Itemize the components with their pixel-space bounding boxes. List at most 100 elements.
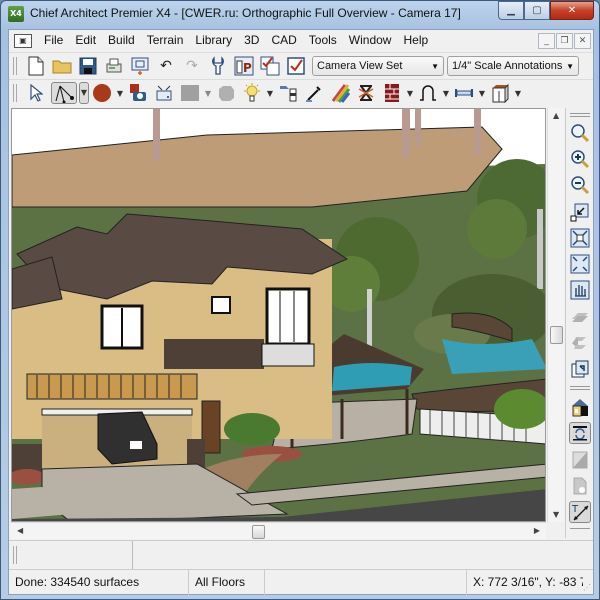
menu-library[interactable]: Library [189, 30, 238, 51]
pan-hand-icon[interactable] [569, 279, 591, 301]
toolbar-grip[interactable] [570, 113, 590, 117]
light-bulb-icon[interactable] [241, 82, 263, 104]
gray-shape-icon[interactable] [215, 82, 237, 104]
window [265, 287, 311, 346]
rainbow-material-icon[interactable] [329, 82, 351, 104]
save-camera-icon[interactable] [127, 82, 149, 104]
chevron-down-icon[interactable]: ▼ [405, 89, 415, 98]
toolbar-separator [570, 528, 590, 530]
menu-window[interactable]: Window [343, 30, 398, 51]
status-bar: Done: 334540 surfaces All Floors X: 772 … [9, 569, 593, 595]
menu-build[interactable]: Build [102, 30, 141, 51]
plan-parameter-icon[interactable]: P [233, 55, 255, 77]
zoom-in-icon[interactable] [569, 148, 591, 170]
zoom-icon[interactable] [569, 122, 591, 144]
save-icon[interactable] [77, 55, 99, 77]
stone-band [164, 339, 264, 369]
resize-grip-icon[interactable]: ⋰ [583, 583, 591, 592]
fill-window-icon[interactable] [569, 227, 591, 249]
brick-wall-icon[interactable] [381, 82, 403, 104]
chevron-down-icon[interactable]: ▼ [513, 89, 523, 98]
horizontal-scroll-thumb[interactable] [252, 525, 265, 539]
window-title: Chief Architect Premier X4 - [CWER.ru: O… [30, 6, 461, 20]
window [211, 296, 231, 314]
layer-set-select[interactable]: Camera View Set ▼ [312, 56, 444, 76]
status-message: Done: 334540 surfaces [9, 570, 189, 595]
open-folder-icon[interactable] [51, 55, 73, 77]
maximize-button[interactable]: ▢ [524, 1, 550, 20]
scroll-up-icon[interactable]: ▲ [553, 111, 559, 120]
arc-curve-icon[interactable] [417, 82, 439, 104]
toolbar-grip[interactable] [13, 546, 17, 564]
vertical-scroll-thumb[interactable] [550, 326, 563, 344]
scroll-right-icon[interactable]: ▶ [534, 526, 540, 535]
menu-3d[interactable]: 3D [238, 30, 265, 51]
scroll-left-icon[interactable]: ◀ [17, 526, 23, 535]
rendered-scene [12, 109, 545, 521]
scroll-down-icon[interactable]: ▼ [553, 510, 559, 519]
dimension-text-icon[interactable]: T [569, 501, 591, 523]
menu-bar: ▣ File Edit Build Terrain Library 3D CAD… [9, 30, 593, 51]
doc-minimize-button[interactable]: _ [538, 33, 555, 49]
menu-tools[interactable]: Tools [303, 30, 343, 51]
3d-viewport[interactable] [11, 108, 546, 522]
rebuild-icon[interactable] [569, 358, 591, 380]
plot-sheet-icon[interactable] [129, 55, 151, 77]
status-empty [265, 570, 467, 595]
edit-handles-icon[interactable] [51, 82, 77, 104]
vertical-scrollbar[interactable]: ▲ ▼ [547, 108, 564, 522]
floor-up-icon[interactable] [569, 332, 591, 354]
horizontal-scrollbar[interactable]: ◀ ▶ [11, 522, 546, 539]
palm-trunk [415, 109, 421, 147]
delete-surface-icon[interactable] [355, 82, 377, 104]
undo-zoom-icon[interactable] [569, 201, 591, 223]
shrubs [224, 413, 280, 445]
chevron-down-icon[interactable]: ▼ [203, 89, 213, 98]
status-floor: All Floors [189, 570, 265, 595]
check-layers-icon[interactable] [259, 55, 281, 77]
title-bar[interactable]: X4 Chief Architect Premier X4 - [CWER.ru… [1, 1, 599, 29]
select-arrow-icon[interactable] [25, 82, 47, 104]
chevron-down-icon[interactable]: ▼ [79, 82, 89, 104]
palm-trunk [153, 109, 160, 161]
camera-doc-icon[interactable]: ▣ [14, 33, 32, 48]
page-icon[interactable] [569, 449, 591, 471]
eyedropper-icon[interactable] [303, 82, 325, 104]
doc-close-button[interactable]: ✕ [574, 33, 591, 49]
cabinet-icon[interactable] [489, 82, 511, 104]
checkbox-icon[interactable] [285, 55, 307, 77]
chevron-down-icon[interactable]: ▼ [477, 89, 487, 98]
close-button[interactable]: ✕ [550, 1, 594, 20]
toolbar-grip[interactable] [13, 84, 17, 102]
menu-cad[interactable]: CAD [265, 30, 302, 51]
material-sphere-icon[interactable] [91, 82, 113, 104]
menu-help[interactable]: Help [397, 30, 434, 51]
redo-icon[interactable]: ↷ [181, 55, 203, 77]
wrench-icon[interactable] [207, 55, 229, 77]
refresh-view-icon[interactable] [569, 422, 591, 444]
menu-edit[interactable]: Edit [69, 30, 102, 51]
zoom-out-icon[interactable] [569, 174, 591, 196]
toolbar-separator [570, 386, 590, 390]
undo-icon[interactable]: ↶ [155, 55, 177, 77]
annotation-set-select[interactable]: 1/4" Scale Annotations ▼ [447, 56, 579, 76]
paint-bucket-icon[interactable] [277, 82, 299, 104]
house-view-icon[interactable] [569, 396, 591, 418]
menu-file[interactable]: File [38, 30, 69, 51]
gray-square-icon[interactable] [179, 82, 201, 104]
document-icon[interactable] [569, 475, 591, 497]
new-icon[interactable] [25, 55, 47, 77]
menu-terrain[interactable]: Terrain [141, 30, 190, 51]
fill-window-building-icon[interactable] [569, 253, 591, 275]
chevron-down-icon[interactable]: ▼ [115, 89, 125, 98]
camera-view-icon[interactable] [153, 82, 175, 104]
toolbar-grip[interactable] [13, 57, 17, 75]
minimize-button[interactable]: ▁ [498, 1, 524, 20]
floor-down-icon[interactable] [569, 306, 591, 328]
chevron-down-icon[interactable]: ▼ [441, 89, 451, 98]
pool [442, 339, 545, 374]
chevron-down-icon[interactable]: ▼ [265, 89, 275, 98]
dimension-line-icon[interactable] [453, 82, 475, 104]
doc-restore-button[interactable]: ❐ [556, 33, 573, 49]
print-icon[interactable] [103, 55, 125, 77]
